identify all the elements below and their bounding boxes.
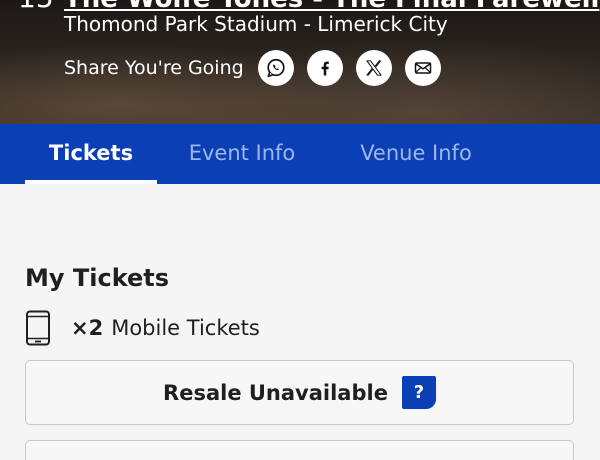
- tab-venue-info[interactable]: Venue Info: [340, 124, 492, 184]
- mail-icon: [414, 62, 431, 74]
- resale-unavailable-button[interactable]: Resale Unavailable ?: [25, 360, 574, 425]
- tab-bar: Tickets Event Info Venue Info: [0, 124, 600, 184]
- share-email-button[interactable]: [404, 50, 441, 86]
- share-label: Share You're Going: [64, 57, 244, 79]
- event-venue: Thomond Park Stadium - Limerick City: [64, 12, 448, 36]
- facebook-icon: [321, 61, 329, 76]
- event-date-day: 15: [18, 0, 54, 14]
- tab-event-info[interactable]: Event Info: [170, 124, 314, 184]
- help-icon[interactable]: ?: [401, 376, 436, 409]
- ticket-count: ×2: [71, 316, 104, 340]
- share-x-button[interactable]: [355, 50, 392, 86]
- whatsapp-icon: [267, 58, 285, 78]
- share-facebook-button[interactable]: [306, 50, 343, 86]
- x-icon: [366, 60, 382, 76]
- next-action-button[interactable]: [25, 440, 574, 460]
- share-row: Share You're Going: [64, 50, 454, 86]
- ticket-summary: ×2 Mobile Tickets: [25, 310, 260, 346]
- my-tickets-heading: My Tickets: [25, 264, 170, 292]
- tab-tickets[interactable]: Tickets: [25, 124, 157, 184]
- mobile-phone-icon: [26, 310, 50, 346]
- event-header: 15 The Wolfe Tones - The Final Farewell …: [0, 0, 600, 124]
- ticket-type: Mobile Tickets: [111, 316, 260, 340]
- tickets-panel: My Tickets ×2 Mobile Tickets Resale Unav…: [0, 184, 600, 460]
- share-whatsapp-button[interactable]: [257, 50, 294, 86]
- resale-label: Resale Unavailable: [163, 380, 388, 405]
